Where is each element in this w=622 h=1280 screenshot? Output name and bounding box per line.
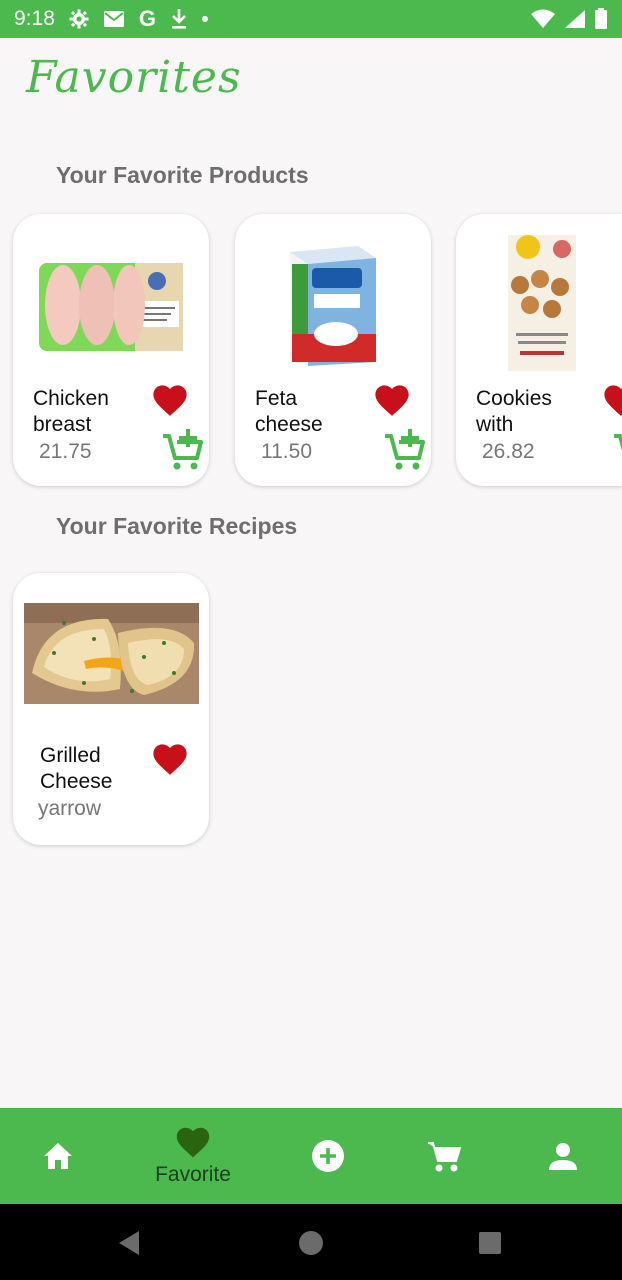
google-icon: G [138,6,156,31]
home-icon [44,1143,72,1169]
nav-favorite[interactable]: Favorite [143,1108,243,1204]
download-icon [172,9,186,29]
status-time: 9:18 [14,7,55,30]
status-bar: 9:18 G [0,0,622,38]
nav-add[interactable] [298,1108,358,1204]
favorite-heart-icon[interactable] [602,382,622,418]
cookies-image [508,235,576,371]
recipe-name: Grilled Cheese [40,744,113,793]
favorite-heart-icon[interactable] [373,382,411,418]
recipe-image [24,603,199,704]
page-title: Favorites [26,52,242,103]
recipe-card[interactable]: Grilled Cheese yarrow [13,573,209,845]
settings-icon [69,9,89,29]
grilled-cheese-image [24,603,199,704]
product-card[interactable]: Feta cheese 11.50 [235,214,431,486]
recents-icon[interactable] [478,1231,502,1255]
product-image [492,228,592,378]
add-to-cart-icon[interactable] [383,428,427,472]
product-image [257,228,409,378]
person-icon [549,1143,577,1170]
product-card[interactable]: Cookies with 26.82 [456,214,622,486]
signal-icon [565,10,585,28]
home-circle-icon[interactable] [298,1230,324,1256]
wifi-icon [531,9,555,28]
product-name: Chicken breast [33,387,109,436]
back-icon[interactable] [117,1230,141,1256]
add-to-cart-icon[interactable] [161,428,205,472]
system-nav-bar [0,1204,622,1280]
add-circle-icon [312,1140,344,1172]
nav-favorite-label: Favorite [155,1163,231,1186]
heart-icon [176,1127,210,1158]
status-left-icons: G [69,6,208,32]
feta-cheese-image [290,246,376,366]
favorite-products-heading: Your Favorite Products [56,162,309,188]
cart-icon [428,1142,462,1172]
add-to-cart-icon[interactable] [612,428,622,472]
favorite-heart-icon[interactable] [151,382,189,418]
status-right-icons [530,8,608,30]
product-price: 11.50 [261,440,312,463]
recipe-author: yarrow [38,797,102,820]
bottom-nav: Favorite [0,1108,622,1204]
chicken-breast-image [39,263,183,351]
dot-icon [202,16,208,22]
product-price: 21.75 [39,440,92,463]
mail-icon [103,11,124,27]
product-name: Cookies with [476,387,552,436]
favorite-recipes-heading: Your Favorite Recipes [56,513,298,539]
product-name: Feta cheese [255,387,323,436]
favorite-heart-icon[interactable] [151,741,189,777]
nav-cart[interactable] [414,1108,474,1204]
battery-icon [595,8,607,29]
product-image [35,228,187,378]
product-price: 26.82 [482,440,535,463]
product-card[interactable]: Chicken breast 21.75 [13,214,209,486]
nav-home[interactable] [28,1108,88,1204]
nav-profile[interactable] [533,1108,593,1204]
